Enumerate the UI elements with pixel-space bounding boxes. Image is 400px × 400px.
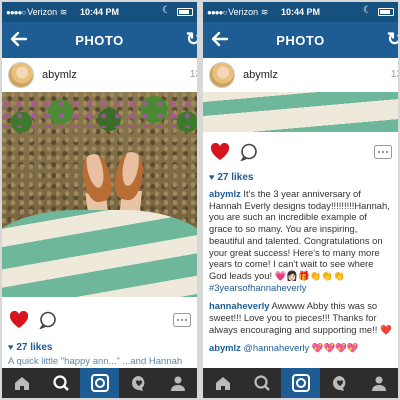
likes-heart-icon: ♥ — [209, 172, 215, 182]
nav-header: PHOTO ↻ — [203, 22, 398, 58]
status-bar: ●●●●○ Verizon ≋ 10:44 PM ☾ — [203, 2, 398, 22]
comment: abymlz It's the 3 year anniversary of Ha… — [209, 188, 392, 293]
tab-home[interactable] — [2, 368, 41, 398]
post-header[interactable]: abymlz 13 — [2, 58, 197, 92]
tab-camera[interactable] — [281, 368, 320, 398]
tab-profile[interactable] — [359, 368, 398, 398]
photo-dress — [2, 210, 197, 297]
comments-list: abymlz It's the 3 year anniversary of Ha… — [209, 188, 392, 361]
caption-preview: A quick little "happy ann..." ...and Han… — [8, 356, 183, 367]
refresh-icon[interactable]: ↻ — [186, 29, 197, 50]
nav-header: PHOTO ↻ — [2, 22, 197, 58]
likes-text: 27 likes — [217, 172, 254, 183]
tab-activity[interactable] — [119, 368, 158, 398]
comment-icon[interactable] — [39, 311, 57, 329]
more-options-icon[interactable] — [374, 145, 392, 159]
camera-icon — [90, 374, 109, 392]
comment-user[interactable]: abymlz — [209, 342, 241, 353]
activity-icon — [131, 376, 144, 391]
post-photo[interactable] — [2, 92, 197, 297]
post-photo[interactable] — [203, 92, 398, 132]
post-username[interactable]: abymlz — [243, 69, 278, 81]
comment: abymlz @hannaheverly 💖💖💖💖 — [209, 342, 392, 354]
camera-icon — [291, 374, 310, 392]
comment-text[interactable]: @hannaheverly — [241, 342, 312, 353]
photo-flowers — [2, 98, 197, 128]
tab-search[interactable] — [41, 368, 80, 398]
post-time: 13 — [189, 69, 197, 80]
comment-text: It's the 3 year anniversary of Hannah Ev… — [209, 188, 390, 281]
like-heart-icon[interactable] — [210, 143, 230, 161]
comment-icon[interactable] — [240, 143, 258, 161]
home-icon — [14, 377, 29, 390]
right-screenshot: ●●●●○ Verizon ≋ 10:44 PM ☾ PHOTO ↻ abymlz… — [203, 2, 398, 398]
comment-user[interactable]: hannaheverly — [209, 300, 269, 311]
home-icon — [215, 377, 230, 390]
moon-icon: ☾ — [162, 5, 171, 16]
tab-profile[interactable] — [158, 368, 197, 398]
status-bar: ●●●●○ Verizon ≋ 10:44 PM ☾ — [2, 2, 197, 22]
profile-icon — [170, 376, 185, 391]
post-actions — [203, 139, 398, 167]
post-time: 13 — [390, 69, 398, 80]
tab-bar — [203, 368, 398, 398]
post-actions — [2, 307, 197, 335]
post-header[interactable]: abymlz 13 — [203, 58, 398, 92]
search-icon — [52, 375, 69, 391]
page-title: PHOTO — [276, 33, 325, 48]
likes-count[interactable]: ♥ 27 likes — [8, 342, 53, 353]
page-title: PHOTO — [75, 33, 124, 48]
moon-icon: ☾ — [363, 5, 372, 16]
more-options-icon[interactable] — [173, 313, 191, 327]
refresh-icon[interactable]: ↻ — [387, 29, 398, 50]
left-screenshot: ●●●●○ Verizon ≋ 10:44 PM ☾ PHOTO ↻ abymlz… — [2, 2, 197, 398]
comment-user[interactable]: abymlz — [209, 188, 241, 199]
tab-search[interactable] — [242, 368, 281, 398]
likes-heart-icon: ♥ — [8, 342, 14, 352]
battery-icon — [177, 8, 193, 16]
comment-emoji: 💖💖💖💖 — [311, 342, 359, 354]
like-heart-icon[interactable] — [9, 311, 29, 329]
likes-count[interactable]: ♥ 27 likes — [209, 172, 254, 183]
tab-activity[interactable] — [320, 368, 359, 398]
comment-emoji: 💗👩🏻🎁👏👏👏 — [274, 269, 345, 281]
battery-icon — [378, 8, 394, 16]
search-icon — [253, 375, 270, 391]
likes-text: 27 likes — [16, 342, 53, 353]
tab-bar — [2, 368, 197, 398]
comment: hannaheverly Awwww Abby this was so swee… — [209, 300, 392, 335]
comment-emoji: ❤️ — [379, 323, 392, 335]
activity-icon — [332, 376, 345, 391]
avatar[interactable] — [8, 62, 34, 88]
tab-camera[interactable] — [80, 368, 119, 398]
avatar[interactable] — [209, 62, 235, 88]
comment-hashtag[interactable]: #3yearsofhannaheverly — [209, 282, 306, 293]
post-username[interactable]: abymlz — [42, 69, 77, 81]
tab-home[interactable] — [203, 368, 242, 398]
profile-icon — [371, 376, 386, 391]
